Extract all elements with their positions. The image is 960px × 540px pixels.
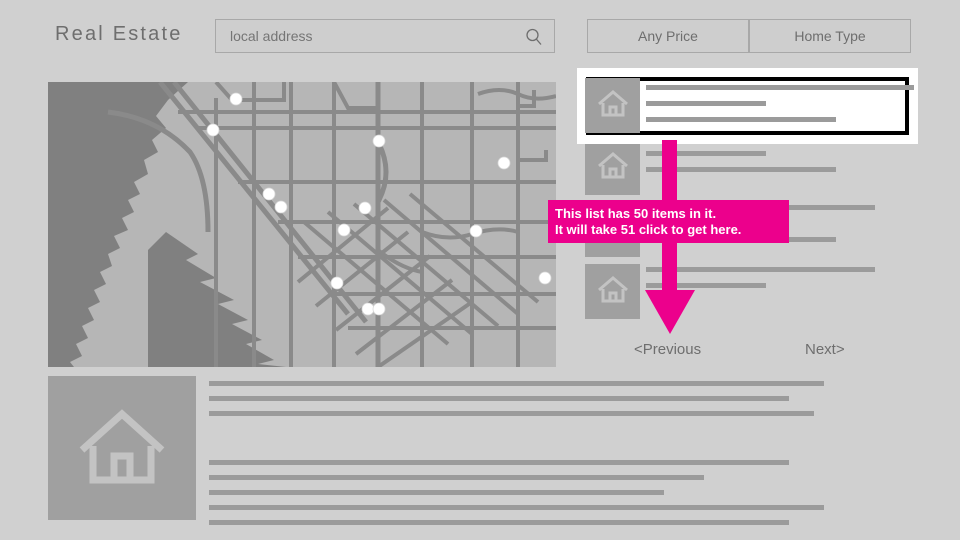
list-item-line	[646, 283, 766, 288]
list-item-line	[646, 167, 836, 172]
filter-any-price-label: Any Price	[638, 28, 698, 44]
map-pin	[372, 134, 386, 148]
map-pin	[469, 224, 483, 238]
map-pin	[358, 201, 372, 215]
detail-line	[209, 475, 704, 480]
map-panel[interactable]	[48, 82, 556, 367]
list-item-line	[646, 117, 836, 122]
map-pin	[538, 271, 552, 285]
annotation-line-2: It will take 51 click to get here.	[555, 222, 742, 237]
page-title: Real Estate	[55, 23, 183, 45]
search-icon[interactable]	[524, 27, 544, 47]
detail-line	[209, 520, 789, 525]
detail-line	[209, 411, 814, 416]
list-item[interactable]	[585, 140, 875, 195]
filter-any-price-button[interactable]: Any Price	[587, 19, 749, 53]
search-input-placeholder: local address	[230, 28, 313, 44]
map-pin	[497, 156, 511, 170]
list-item-line	[646, 267, 875, 272]
annotation-line-1: This list has 50 items in it.	[555, 206, 717, 221]
map-pin	[337, 223, 351, 237]
list-item-selected[interactable]	[585, 78, 914, 133]
search-input[interactable]: local address	[215, 19, 555, 53]
detail-line	[209, 505, 824, 510]
map-pin	[361, 302, 375, 316]
list-item[interactable]	[585, 264, 875, 319]
detail-house-icon	[48, 376, 196, 520]
detail-line	[209, 460, 789, 465]
map-pin	[372, 302, 386, 316]
map-pin	[330, 276, 344, 290]
list-item-line	[646, 85, 914, 90]
list-item-line	[646, 101, 766, 106]
detail-line	[209, 381, 824, 386]
next-page-link[interactable]: Next>	[805, 341, 845, 358]
map-pin	[206, 123, 220, 137]
previous-page-link[interactable]: <Previous	[634, 341, 701, 358]
filter-home-type-button[interactable]: Home Type	[749, 19, 911, 53]
house-icon	[585, 264, 640, 319]
list-item-line	[646, 151, 766, 156]
map-pin	[262, 187, 276, 201]
filter-home-type-label: Home Type	[794, 28, 866, 44]
house-icon	[585, 78, 640, 133]
annotation-callout: This list has 50 items in it. It will ta…	[548, 200, 789, 243]
map-pin	[229, 92, 243, 106]
house-icon	[585, 140, 640, 195]
map-canvas	[48, 82, 556, 367]
detail-line	[209, 490, 664, 495]
map-pin	[274, 200, 288, 214]
detail-line	[209, 396, 789, 401]
